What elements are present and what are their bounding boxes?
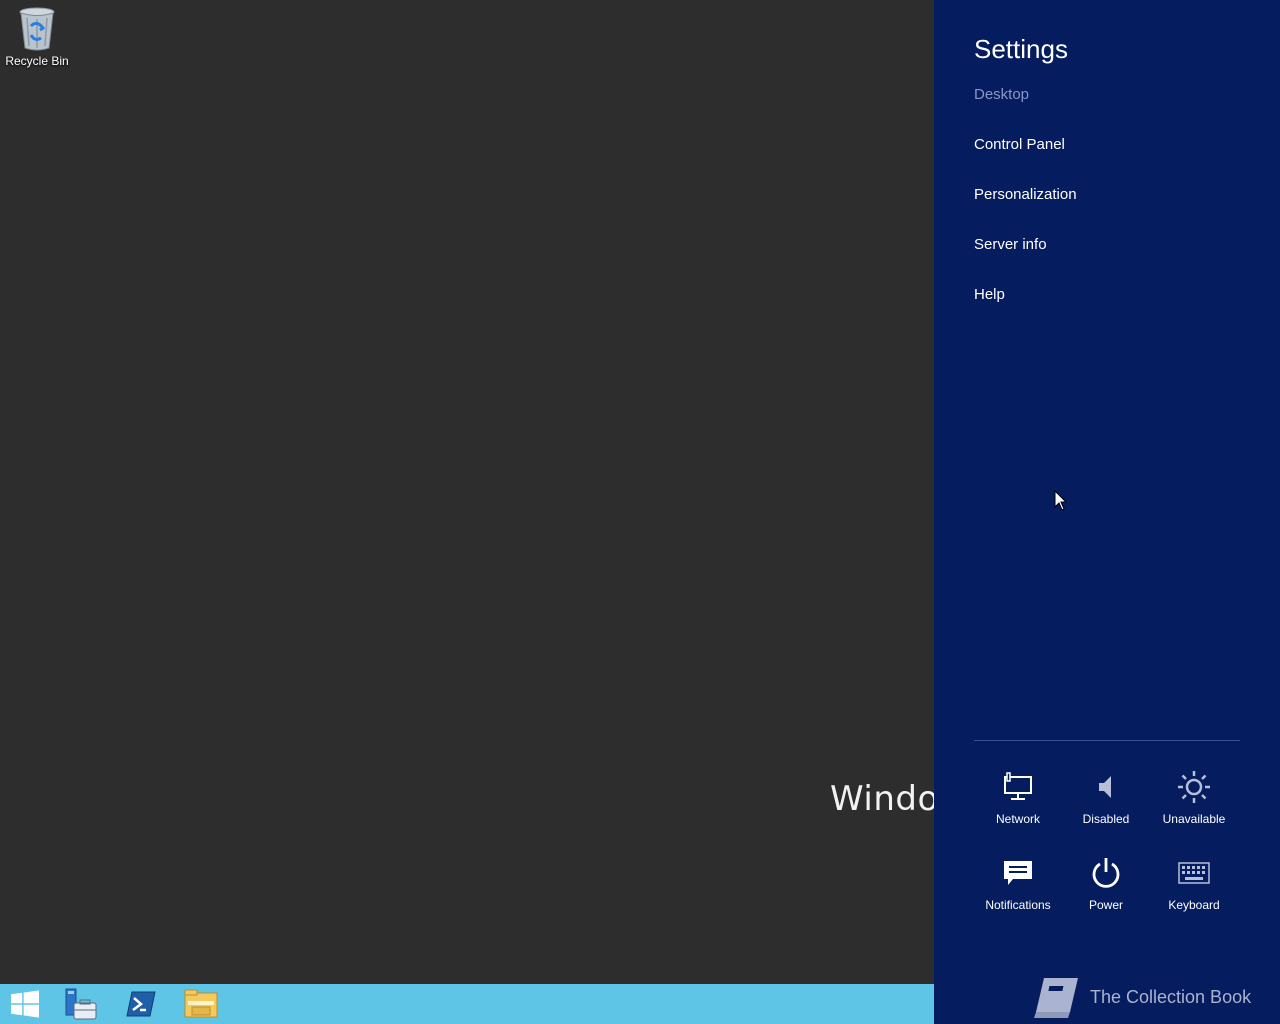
windows-watermark: Windows bbox=[820, 778, 934, 820]
notifications-icon bbox=[1004, 861, 1032, 885]
settings-divider bbox=[974, 740, 1240, 741]
server-manager-button[interactable] bbox=[58, 984, 104, 1024]
book-icon bbox=[1034, 978, 1078, 1018]
file-explorer-button[interactable] bbox=[178, 984, 224, 1024]
settings-context: Desktop bbox=[974, 86, 1030, 103]
volume-tile[interactable]: Disabled bbox=[1062, 770, 1150, 826]
volume-icon bbox=[1099, 776, 1111, 798]
recycle-bin-icon bbox=[19, 7, 55, 51]
start-button[interactable] bbox=[2, 984, 48, 1024]
power-tile[interactable]: Power bbox=[1062, 856, 1150, 912]
collection-book-watermark: The Collection Book bbox=[1030, 974, 1251, 1020]
powershell-icon bbox=[126, 991, 156, 1017]
keyboard-tile[interactable]: Keyboard bbox=[1150, 856, 1238, 912]
network-label: Network bbox=[995, 812, 1040, 826]
taskbar bbox=[0, 984, 934, 1024]
powershell-button[interactable] bbox=[118, 984, 164, 1024]
recycle-bin-desktop-icon[interactable]: Recycle Bin bbox=[4, 4, 70, 68]
brand-text: The Collection Book bbox=[1090, 986, 1252, 1007]
volume-label: Disabled bbox=[1082, 812, 1130, 826]
network-icon bbox=[1004, 772, 1032, 800]
brightness-label: Unavailable bbox=[1162, 812, 1226, 826]
power-label: Power bbox=[1088, 898, 1123, 912]
server-manager-icon bbox=[65, 988, 97, 1020]
menu-item-control-panel[interactable]: Control Panel bbox=[974, 136, 1077, 186]
brightness-icon bbox=[1178, 771, 1210, 803]
recycle-bin-label: Recycle Bin bbox=[5, 54, 69, 68]
settings-menu: Control Panel Personalization Server inf… bbox=[974, 136, 1077, 336]
windows-start-icon bbox=[11, 990, 39, 1018]
settings-title: Settings bbox=[974, 34, 1068, 64]
menu-item-help[interactable]: Help bbox=[974, 286, 1077, 336]
keyboard-icon bbox=[1178, 862, 1210, 884]
mouse-cursor-icon bbox=[1054, 490, 1068, 511]
watermark-text: Windows bbox=[830, 779, 934, 819]
quick-settings-tiles: Network Disabled Unavailable Notificatio… bbox=[974, 770, 1240, 912]
file-explorer-icon bbox=[184, 989, 218, 1018]
notifications-label: Notifications bbox=[985, 898, 1051, 912]
keyboard-label: Keyboard bbox=[1168, 898, 1220, 912]
power-icon bbox=[1092, 858, 1120, 888]
menu-item-personalization[interactable]: Personalization bbox=[974, 186, 1077, 236]
notifications-tile[interactable]: Notifications bbox=[974, 856, 1062, 912]
brightness-tile[interactable]: Unavailable bbox=[1150, 770, 1238, 826]
menu-item-server-info[interactable]: Server info bbox=[974, 236, 1077, 286]
network-tile[interactable]: Network bbox=[974, 770, 1062, 826]
settings-charm-panel: Settings Desktop Control Panel Personali… bbox=[934, 0, 1280, 1024]
